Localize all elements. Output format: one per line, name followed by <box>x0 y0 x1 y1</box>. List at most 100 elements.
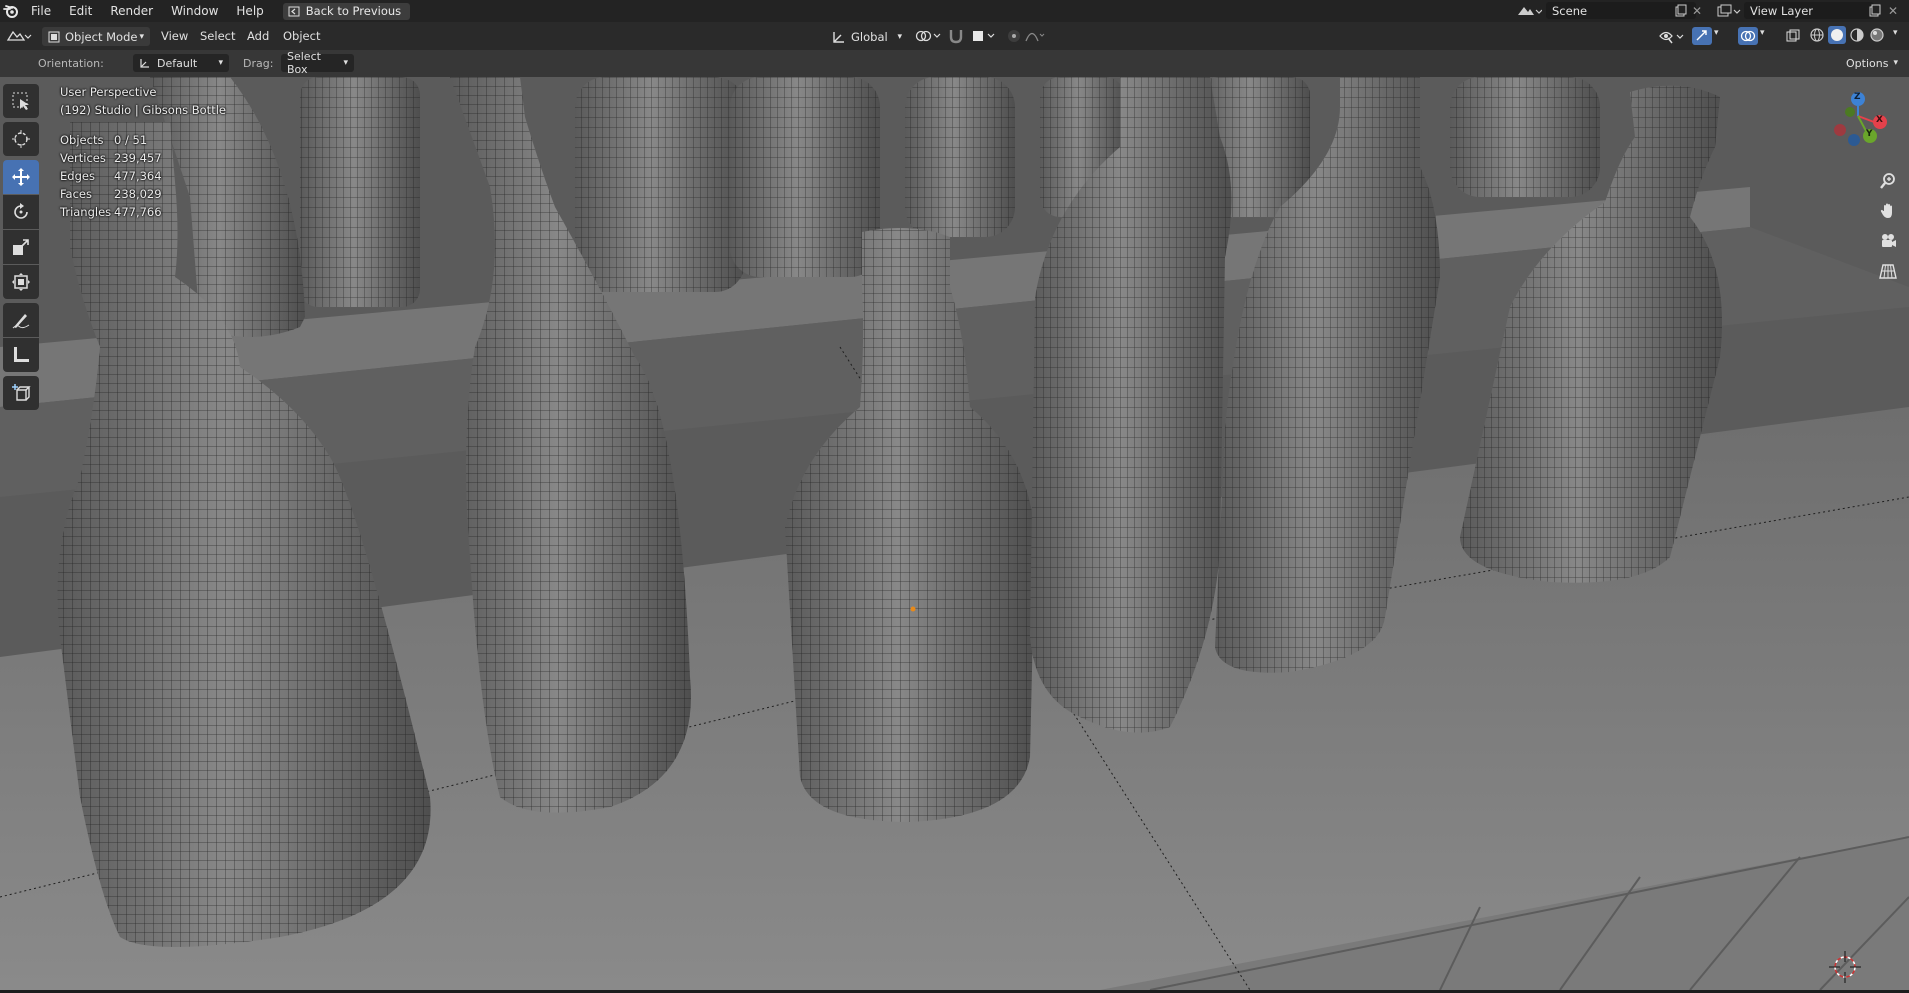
xray-toggle-icon[interactable] <box>1785 28 1801 47</box>
orientation-value: Default <box>157 56 198 70</box>
scene-selector-icon[interactable] <box>1516 3 1543 22</box>
wireframe-shading-icon[interactable] <box>1808 26 1826 44</box>
back-icon <box>288 6 300 16</box>
cursor-tool[interactable] <box>3 122 39 156</box>
proportional-editing-icon[interactable] <box>1006 28 1046 47</box>
back-to-previous-button[interactable]: Back to Previous <box>282 2 411 20</box>
top-menu-bar: File Edit Render Window Help Back to Pre… <box>0 0 1909 22</box>
delete-scene-icon[interactable]: ✕ <box>1692 4 1702 18</box>
blender-logo-icon[interactable] <box>0 0 22 22</box>
menu-window[interactable]: Window <box>162 0 227 22</box>
perspective-toggle-icon[interactable] <box>1875 258 1901 284</box>
new-view-layer-icon[interactable] <box>1868 4 1882 21</box>
drag-value: Select Box <box>287 50 321 76</box>
annotate-icon <box>12 314 30 329</box>
gizmo-dropdown-icon[interactable]: ▾ <box>1714 28 1719 38</box>
transform-orientation-dropdown[interactable]: Global ▾ <box>826 27 908 46</box>
orientation-dropdown[interactable]: Default ▾ <box>133 54 229 72</box>
drag-label: Drag: <box>243 57 274 70</box>
stat-value: 477,364 <box>114 169 162 183</box>
options-dropdown[interactable]: Options ▾ <box>1840 54 1904 72</box>
stat-row: Edges 477,364 <box>60 167 162 185</box>
object-mode-dropdown[interactable]: Object Mode ▾ <box>42 27 150 46</box>
move-icon <box>12 168 30 186</box>
object-mode-label: Object Mode <box>65 29 138 44</box>
stat-value: 239,457 <box>114 151 162 165</box>
shading-dropdown-icon[interactable]: ▾ <box>1893 28 1898 38</box>
chevron-down-icon: ▾ <box>218 58 223 68</box>
drag-dropdown[interactable]: Select Box ▾ <box>281 50 354 76</box>
stat-label: Faces <box>60 187 92 201</box>
stat-label: Vertices <box>60 151 106 165</box>
editor-type-icon[interactable] <box>6 27 32 48</box>
snap-magnet-icon[interactable] <box>948 27 964 48</box>
select-box-tool[interactable] <box>3 84 39 118</box>
visibility-selectability-icon[interactable] <box>1658 27 1686 48</box>
gizmo-x-label: X <box>1876 115 1883 125</box>
stat-label: Objects <box>60 133 104 147</box>
zoom-icon[interactable] <box>1875 168 1901 194</box>
stat-value: 477,766 <box>114 205 162 219</box>
annotate-tool[interactable] <box>3 303 39 337</box>
menu-view[interactable]: View <box>161 29 188 43</box>
move-tool[interactable] <box>3 160 39 194</box>
gizmo-y-label: Y <box>1866 129 1873 139</box>
overlays-toggle-icon[interactable] <box>1738 27 1758 45</box>
chevron-down-icon: ▾ <box>1893 58 1898 68</box>
left-toolbar <box>3 84 41 411</box>
pivot-point-icon[interactable] <box>914 28 942 47</box>
rendered-shading-icon[interactable] <box>1868 26 1886 44</box>
menu-select[interactable]: Select <box>200 29 235 43</box>
view-layer-field[interactable]: View Layer <box>1744 2 1874 19</box>
view-layer-selector-icon[interactable] <box>1716 3 1742 22</box>
scene-statistics: Objects 0 / 51 Vertices 239,457 Edges 477,3… <box>60 131 162 221</box>
3d-viewport[interactable] <box>0 77 1909 991</box>
stat-label: Edges <box>60 169 95 183</box>
rotate-icon <box>14 203 28 219</box>
stat-label: Triangles <box>60 205 112 219</box>
camera-view-icon[interactable] <box>1875 228 1901 254</box>
transform-tool[interactable] <box>3 265 39 299</box>
cursor-icon <box>12 130 30 148</box>
solid-shading-icon[interactable] <box>1828 26 1846 44</box>
select-box-icon <box>12 92 29 110</box>
menu-add[interactable]: Add <box>247 29 269 43</box>
new-scene-icon[interactable] <box>1674 4 1688 21</box>
delete-view-layer-icon[interactable]: ✕ <box>1888 4 1898 18</box>
transform-icon <box>12 273 30 291</box>
chevron-down-icon: ▾ <box>343 58 348 68</box>
chevron-down-icon: ▾ <box>897 31 902 42</box>
orientation-label: Orientation: <box>38 57 104 70</box>
viewport-header: Object Mode ▾ View Select Add Object Glo… <box>0 22 1909 50</box>
transform-orientation-label: Global <box>851 29 888 44</box>
gizmo-toggle-icon[interactable] <box>1692 27 1712 45</box>
menu-help[interactable]: Help <box>227 0 272 22</box>
pan-hand-icon[interactable] <box>1875 198 1901 224</box>
object-mode-icon <box>48 31 60 42</box>
rotate-tool[interactable] <box>3 195 39 229</box>
stat-value: 238,029 <box>114 187 162 201</box>
snap-target-icon[interactable] <box>970 28 998 47</box>
menu-object[interactable]: Object <box>283 29 320 43</box>
overlays-dropdown-icon[interactable]: ▾ <box>1760 28 1765 38</box>
orientation-axes-icon <box>140 59 149 68</box>
stat-value: 0 / 51 <box>114 133 148 147</box>
view-layer-name: View Layer <box>1750 3 1814 18</box>
shading-mode-group <box>1808 26 1886 44</box>
measure-tool[interactable] <box>3 338 39 372</box>
add-cube-icon <box>12 384 31 401</box>
measure-icon <box>14 347 29 362</box>
tool-settings-bar: Orientation: Default ▾ Drag: Select Box … <box>0 50 1909 77</box>
viewport-scene <box>0 77 1909 991</box>
stat-row: Triangles 477,766 <box>60 203 162 221</box>
scale-icon <box>13 239 29 255</box>
menu-file[interactable]: File <box>22 0 60 22</box>
view-perspective-label: User Perspective <box>60 85 157 99</box>
navigation-gizmo[interactable]: Z X Y <box>1818 86 1898 166</box>
menu-edit[interactable]: Edit <box>60 0 101 22</box>
scale-tool[interactable] <box>3 230 39 264</box>
menu-render[interactable]: Render <box>101 0 162 22</box>
add-cube-tool[interactable] <box>3 376 39 410</box>
gizmo-z-label: Z <box>1854 92 1861 102</box>
material-shading-icon[interactable] <box>1848 26 1866 44</box>
